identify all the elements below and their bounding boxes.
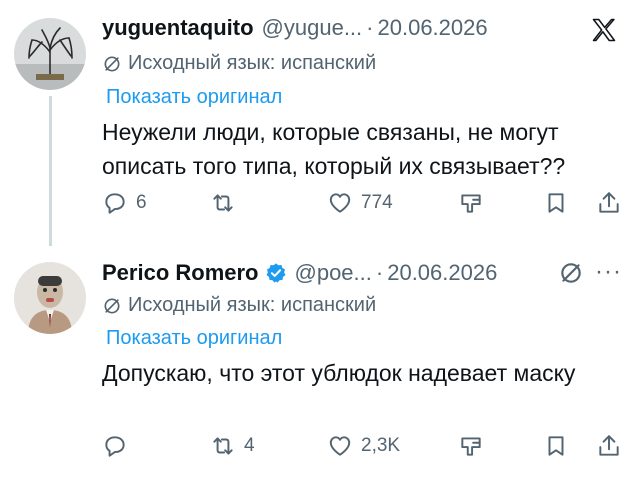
reply-button[interactable] (102, 433, 136, 459)
grok-button[interactable] (458, 190, 484, 216)
tweet-actions: 6 774 (102, 190, 626, 220)
separator-dot: · (366, 15, 374, 40)
retweet-count: 4 (244, 435, 255, 456)
translation-label: Исходный язык: испанский (128, 294, 377, 316)
reply-count: 6 (136, 192, 147, 213)
verified-badge-icon (266, 263, 285, 283)
separator-dot: · (375, 260, 384, 285)
grok-button[interactable] (458, 433, 484, 459)
reply-icon (105, 193, 125, 214)
tweet-1[interactable]: yuguentaquito @yugue... · 20.06.2026 Исх… (0, 0, 640, 246)
more-options-icon[interactable]: ··· (595, 258, 622, 286)
retweet-button[interactable] (210, 190, 244, 216)
reply-icon (105, 436, 125, 457)
show-original-link[interactable]: Показать оригинал (106, 86, 282, 109)
translate-slash-icon (104, 56, 120, 71)
grok-icon (461, 194, 481, 213)
handle[interactable]: @poe... (295, 260, 372, 286)
like-count: 2,3K (361, 435, 401, 456)
thread-line (49, 96, 52, 246)
retweet-icon (213, 194, 233, 212)
bookmark-button[interactable] (543, 190, 569, 216)
display-name[interactable]: yuguentaquito (102, 15, 254, 41)
tweet-header: yuguentaquito @yugue... · 20.06.2026 (102, 14, 626, 42)
share-icon (599, 192, 619, 213)
reply-button[interactable]: 6 (102, 190, 147, 216)
like-count: 774 (361, 192, 393, 213)
bookmark-icon (548, 193, 564, 213)
avatar-tree-image (14, 18, 86, 90)
x-logo-icon (592, 18, 616, 42)
translation-notice: Исходный язык: испанский (102, 52, 376, 75)
translate-slash-icon (104, 298, 120, 313)
bookmark-icon (548, 436, 564, 456)
retweet-icon (213, 437, 233, 455)
retweet-button[interactable]: 4 (210, 433, 255, 459)
tweet-date[interactable]: 20.06.2026 (387, 260, 497, 286)
translation-label: Исходный язык: испанский (128, 52, 377, 74)
tweet-2[interactable]: Perico Romero @poe... · 20.06.2026 ··· И… (0, 240, 640, 483)
handle[interactable]: @yugue... (262, 15, 363, 41)
tweet-actions: 4 2,3K (102, 433, 626, 463)
tweet-text: Допускаю, что этот ублюдок надевает маск… (102, 360, 576, 386)
share-button[interactable] (596, 433, 622, 459)
tweet-header: Perico Romero @poe... · 20.06.2026 (102, 259, 626, 287)
avatar-masked-figure-image (14, 262, 86, 334)
like-button[interactable]: 2,3K (327, 433, 400, 459)
share-button[interactable] (596, 190, 622, 216)
tweet-text: Неужели люди, которые связаны, не могут … (102, 119, 566, 179)
like-button[interactable]: 774 (327, 190, 393, 216)
grok-slash-icon[interactable] (558, 260, 584, 286)
avatar[interactable] (14, 262, 86, 334)
heart-icon (329, 193, 351, 213)
share-icon (599, 435, 619, 456)
bookmark-button[interactable] (543, 433, 569, 459)
display-name[interactable]: Perico Romero (102, 260, 259, 286)
avatar[interactable] (14, 18, 86, 90)
grok-icon (461, 437, 481, 456)
translation-notice: Исходный язык: испанский (102, 294, 376, 317)
tweet-date[interactable]: 20.06.2026 (378, 15, 488, 41)
show-original-link[interactable]: Показать оригинал (106, 327, 282, 350)
heart-icon (329, 436, 351, 456)
